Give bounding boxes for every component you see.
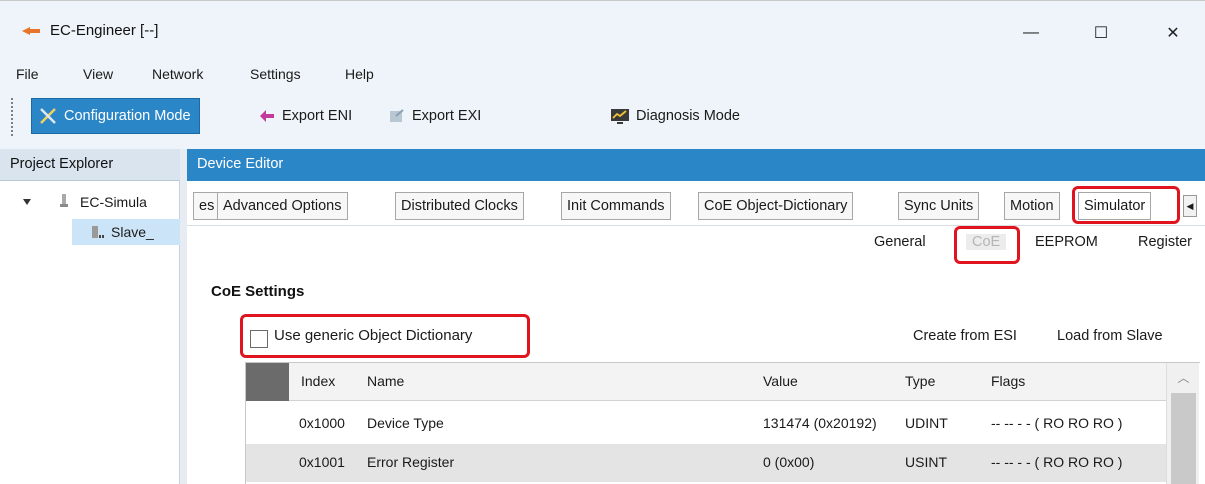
- table-row[interactable]: 0x1000 Device Type 131474 (0x20192) UDIN…: [246, 405, 1166, 443]
- column-header-index[interactable]: Index: [301, 373, 335, 389]
- subtab-eeprom[interactable]: EEPROM: [1035, 234, 1098, 250]
- tab-coe-object-dictionary[interactable]: CoE Object-Dictionary: [698, 192, 854, 220]
- menu-help[interactable]: Help: [345, 66, 374, 82]
- toolbar-grip[interactable]: [10, 97, 14, 137]
- menu-file[interactable]: File: [16, 66, 39, 82]
- menu-view[interactable]: View: [83, 66, 113, 82]
- scroll-up-icon[interactable]: ︿: [1167, 363, 1200, 391]
- window-title: EC-Engineer [--]: [50, 22, 159, 39]
- title-bar: EC-Engineer [--] — ☐ ✕: [0, 0, 1205, 62]
- configuration-mode-button[interactable]: Configuration Mode: [31, 98, 200, 134]
- tab-simulator[interactable]: Simulator: [1078, 192, 1152, 220]
- table-corner[interactable]: [246, 363, 289, 401]
- menu-network[interactable]: Network: [152, 66, 203, 82]
- export-exi-label: Export EXI: [412, 108, 482, 124]
- slave-device-icon: [92, 226, 104, 238]
- chevron-down-icon[interactable]: [22, 198, 32, 206]
- minimize-icon: —: [1023, 24, 1039, 41]
- export-eni-icon: [260, 110, 274, 122]
- use-generic-od-label: Use generic Object Dictionary: [274, 326, 473, 344]
- cell-name: Device Type: [367, 415, 444, 431]
- export-exi-button[interactable]: Export EXI: [388, 98, 481, 134]
- menu-settings[interactable]: Settings: [250, 66, 301, 82]
- tree-item-slave[interactable]: Slave_: [72, 219, 180, 245]
- cell-index: 0x1000: [299, 415, 345, 431]
- tab-advanced-options[interactable]: Advanced Options: [217, 192, 348, 220]
- tree-item-label: EC-Simula: [80, 194, 147, 210]
- tools-icon: [40, 108, 56, 124]
- tree-item-simulator[interactable]: EC-Simula: [0, 189, 180, 215]
- diagnosis-mode-button[interactable]: Diagnosis Mode: [610, 98, 740, 134]
- device-editor-header: Device Editor: [187, 149, 1205, 181]
- tree-item-label: Slave_: [111, 224, 154, 240]
- maximize-icon: ☐: [1093, 25, 1109, 42]
- cell-name: Error Register: [367, 454, 455, 470]
- minimize-button[interactable]: —: [1008, 13, 1054, 53]
- panel-splitter[interactable]: [180, 149, 187, 484]
- object-dictionary-table: Index Name Value Type Flags 0x1000 Devic…: [245, 362, 1200, 484]
- use-generic-od-checkbox[interactable]: [250, 330, 268, 348]
- menu-bar: File View Network Settings Help: [0, 62, 1205, 89]
- export-eni-button[interactable]: Export ENI: [258, 98, 352, 134]
- tab-sync-units[interactable]: Sync Units: [898, 192, 980, 220]
- tab-motion[interactable]: Motion: [1004, 192, 1060, 220]
- cell-value: 0 (0x00): [763, 454, 815, 470]
- close-icon: ✕: [1166, 25, 1180, 42]
- monitor-icon: [611, 109, 629, 124]
- load-from-slave-button[interactable]: Load from Slave: [1057, 328, 1163, 344]
- subtab-general[interactable]: General: [874, 234, 926, 250]
- project-explorer-tree: EC-Simula Slave_: [0, 181, 180, 484]
- table-row[interactable]: 0x1001 Error Register 0 (0x00) USINT -- …: [246, 444, 1166, 482]
- project-explorer-header: Project Explorer: [0, 149, 180, 181]
- device-editor-tabs: es Advanced Options Distributed Clocks I…: [187, 181, 1205, 226]
- column-header-type[interactable]: Type: [905, 373, 935, 389]
- cell-type: UDINT: [905, 415, 948, 431]
- cell-index: 0x1001: [299, 454, 345, 470]
- configuration-mode-label: Configuration Mode: [64, 108, 191, 124]
- diagnosis-mode-label: Diagnosis Mode: [636, 108, 740, 124]
- subtab-register[interactable]: Register: [1138, 234, 1192, 250]
- maximize-button[interactable]: ☐: [1078, 13, 1124, 53]
- cell-flags: -- -- - - ( RO RO RO ): [991, 415, 1123, 431]
- tab-distributed-clocks[interactable]: Distributed Clocks: [395, 192, 524, 220]
- column-header-name[interactable]: Name: [367, 373, 404, 389]
- close-button[interactable]: ✕: [1150, 13, 1196, 53]
- scrollbar-thumb[interactable]: [1171, 393, 1196, 484]
- coe-settings-title: CoE Settings: [211, 283, 305, 300]
- use-generic-od-row[interactable]: Use generic Object Dictionary: [250, 322, 472, 348]
- plug-icon: [60, 194, 68, 207]
- subtab-coe[interactable]: CoE: [966, 234, 1007, 250]
- create-from-esi-button[interactable]: Create from ESI: [913, 328, 1017, 344]
- vertical-scrollbar[interactable]: ︿: [1166, 363, 1199, 484]
- tab-scroll-left-icon[interactable]: ◀: [1183, 195, 1197, 217]
- cell-flags: -- -- - - ( RO RO RO ): [991, 454, 1123, 470]
- column-header-value[interactable]: Value: [763, 373, 798, 389]
- cell-value: 131474 (0x20192): [763, 415, 877, 431]
- table-header: Index Name Value Type Flags: [246, 363, 1166, 401]
- export-exi-icon: [390, 109, 404, 122]
- export-eni-label: Export ENI: [282, 108, 353, 124]
- app-logo-icon: [22, 27, 40, 35]
- toolbar: Configuration Mode Export ENI Export EXI…: [0, 89, 1205, 149]
- column-header-flags[interactable]: Flags: [991, 373, 1025, 389]
- tab-init-commands[interactable]: Init Commands: [561, 192, 671, 220]
- project-explorer-title: Project Explorer: [10, 156, 114, 172]
- device-editor-title: Device Editor: [197, 156, 284, 172]
- cell-type: USINT: [905, 454, 947, 470]
